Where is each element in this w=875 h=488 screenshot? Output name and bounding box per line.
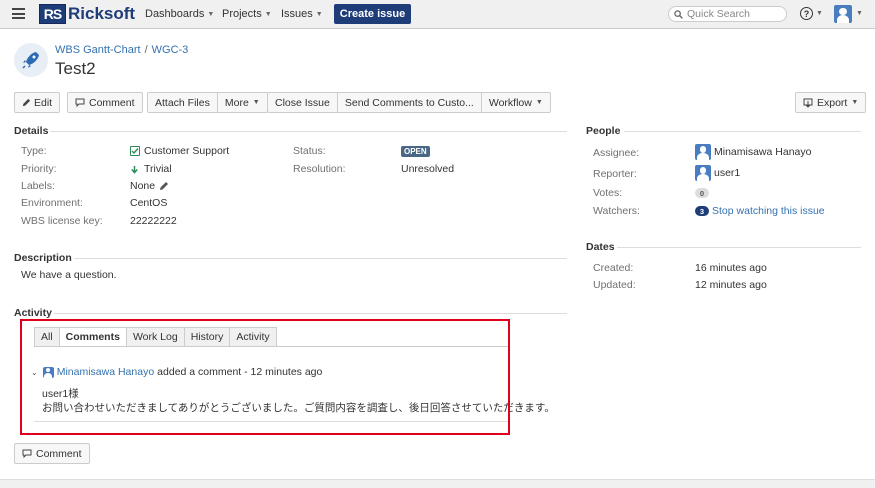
footer bbox=[0, 479, 875, 488]
votes-value[interactable]: 0 bbox=[695, 188, 709, 198]
resolution-label: Resolution: bbox=[293, 163, 346, 175]
labels-value[interactable]: None bbox=[130, 180, 169, 192]
project-rocket-icon[interactable] bbox=[14, 43, 48, 77]
priority-value: Trivial bbox=[130, 163, 172, 175]
environment-label: Environment: bbox=[21, 197, 83, 209]
menu-icon[interactable] bbox=[12, 8, 25, 19]
breadcrumb: WBS Gantt-Chart / WGC-3 bbox=[55, 44, 189, 56]
chevron-down-icon: ▼ bbox=[264, 11, 272, 18]
nav-issues[interactable]: Issues ▼ bbox=[281, 8, 323, 20]
nav-projects[interactable]: Projects ▼ bbox=[222, 8, 272, 20]
logo-text: Ricksoft bbox=[68, 4, 136, 23]
reporter-value[interactable]: user1 bbox=[695, 165, 740, 181]
votes-label: Votes: bbox=[593, 187, 623, 199]
reporter-label: Reporter: bbox=[593, 168, 637, 180]
created-value: 16 minutes ago bbox=[695, 262, 767, 274]
pencil-icon bbox=[22, 98, 31, 107]
help-icon[interactable]: ? bbox=[800, 7, 813, 20]
export-group: Export ▼ bbox=[795, 92, 867, 113]
close-issue-button[interactable]: Close Issue bbox=[268, 93, 338, 112]
arrow-down-icon bbox=[131, 165, 138, 174]
add-comment-button[interactable]: Comment bbox=[14, 443, 90, 464]
user-avatar[interactable] bbox=[834, 5, 852, 23]
description-text[interactable]: We have a question. bbox=[21, 269, 117, 281]
chevron-down-icon[interactable]: ▼ bbox=[856, 10, 863, 17]
top-navigation-bar: RS Ricksoft Dashboards ▼ Projects ▼ Issues… bbox=[0, 0, 875, 29]
chevron-down-icon: ▼ bbox=[851, 99, 859, 106]
quick-search-input[interactable]: Quick Search bbox=[668, 6, 787, 22]
assignee-label: Assignee: bbox=[593, 147, 640, 159]
assignee-value[interactable]: Minamisawa Hanayo bbox=[695, 144, 811, 160]
chevron-down-icon: ▼ bbox=[207, 11, 215, 18]
chevron-down-icon: ▼ bbox=[252, 99, 260, 106]
edit-button[interactable]: Edit bbox=[15, 93, 59, 112]
labels-label: Labels: bbox=[21, 180, 55, 192]
export-icon bbox=[803, 98, 813, 108]
status-label: Status: bbox=[293, 145, 326, 157]
speech-bubble-icon bbox=[75, 98, 85, 107]
workflow-group: Close Issue Send Comments to Custo... Wo… bbox=[267, 92, 551, 113]
watchers-value: 3 Stop watching this issue bbox=[695, 205, 825, 217]
logo-mark: RS bbox=[39, 4, 66, 24]
attach-more-group: Attach Files More ▼ bbox=[147, 92, 268, 113]
people-heading: People bbox=[586, 125, 621, 137]
created-label: Created: bbox=[593, 262, 634, 274]
chevron-down-icon[interactable]: ▼ bbox=[816, 10, 823, 17]
votes-count-badge: 0 bbox=[695, 188, 709, 198]
dates-divider bbox=[617, 247, 861, 248]
comment-button-group: Comment bbox=[67, 92, 143, 113]
checkbox-icon bbox=[130, 146, 140, 156]
search-icon bbox=[674, 9, 683, 19]
create-issue-button[interactable]: Create issue bbox=[334, 4, 411, 24]
license-key-value: 22222222 bbox=[130, 215, 177, 227]
comment-button[interactable]: Comment bbox=[68, 93, 142, 112]
assignee-avatar bbox=[695, 144, 711, 160]
type-value: Customer Support bbox=[130, 145, 229, 157]
details-divider bbox=[50, 131, 567, 132]
nav-dashboards[interactable]: Dashboards ▼ bbox=[145, 8, 214, 20]
type-label: Type: bbox=[21, 145, 47, 157]
watchers-label: Watchers: bbox=[593, 205, 640, 217]
send-comments-button[interactable]: Send Comments to Custo... bbox=[338, 93, 482, 112]
breadcrumb-issue-key-link[interactable]: WGC-3 bbox=[152, 44, 189, 56]
workflow-button[interactable]: Workflow ▼ bbox=[482, 93, 550, 112]
issue-title[interactable]: Test2 bbox=[55, 59, 96, 79]
dates-heading: Dates bbox=[586, 241, 615, 253]
updated-label: Updated: bbox=[593, 279, 636, 291]
status-badge: OPEN bbox=[401, 146, 430, 157]
chevron-down-icon: ▼ bbox=[315, 11, 323, 18]
reporter-avatar bbox=[695, 165, 711, 181]
environment-value: CentOS bbox=[130, 197, 168, 209]
license-key-label: WBS license key: bbox=[21, 215, 103, 227]
breadcrumb-project-link[interactable]: WBS Gantt-Chart bbox=[55, 44, 141, 56]
activity-divider bbox=[54, 313, 567, 314]
updated-value: 12 minutes ago bbox=[695, 279, 767, 291]
priority-label: Priority: bbox=[21, 163, 57, 175]
logo[interactable]: RS Ricksoft bbox=[39, 4, 135, 24]
edit-button-group: Edit bbox=[14, 92, 61, 113]
pencil-icon[interactable] bbox=[159, 181, 169, 191]
attach-files-button[interactable]: Attach Files bbox=[148, 93, 218, 112]
watchers-count-badge: 3 bbox=[695, 206, 709, 216]
more-button[interactable]: More ▼ bbox=[218, 93, 267, 112]
activity-heading: Activity bbox=[14, 307, 52, 319]
chevron-down-icon: ▼ bbox=[535, 99, 543, 106]
export-button[interactable]: Export ▼ bbox=[796, 93, 865, 112]
stop-watching-link[interactable]: Stop watching this issue bbox=[712, 205, 825, 217]
people-divider bbox=[624, 131, 861, 132]
resolution-value: Unresolved bbox=[401, 163, 455, 175]
highlight-box bbox=[20, 319, 510, 435]
description-heading: Description bbox=[14, 252, 72, 264]
speech-bubble-icon bbox=[22, 449, 32, 458]
description-divider bbox=[74, 258, 567, 259]
details-heading: Details bbox=[14, 125, 49, 137]
